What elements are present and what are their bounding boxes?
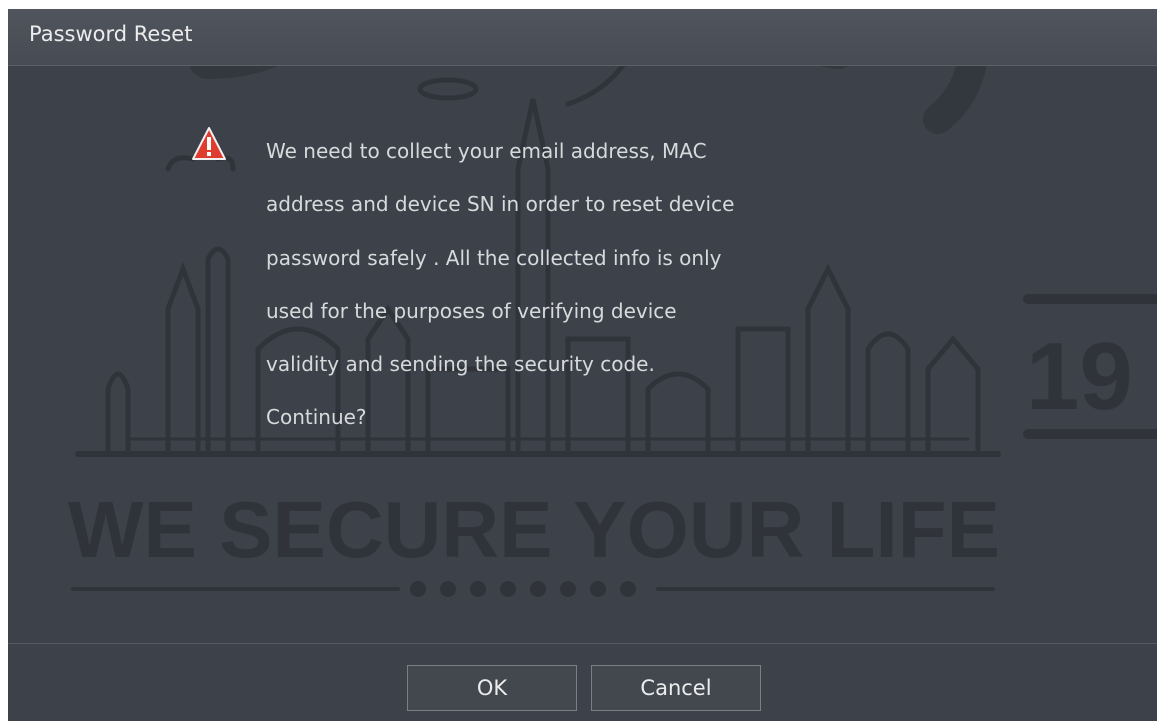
ok-button[interactable]: OK bbox=[407, 665, 577, 711]
warning-triangle-icon bbox=[192, 127, 226, 160]
cancel-button[interactable]: Cancel bbox=[591, 665, 761, 711]
footer-divider bbox=[8, 643, 1157, 644]
message-line: We need to collect your email address, M… bbox=[266, 139, 707, 163]
message-line: used for the purposes of verifying devic… bbox=[266, 298, 677, 323]
message-line: Continue? bbox=[266, 405, 367, 430]
reset-message: We need to collect your email address, M… bbox=[266, 125, 906, 445]
password-reset-dialog: Password Reset WE SECURE YOUR LIFE 19 We… bbox=[8, 9, 1157, 721]
message-line: address and device SN in order to reset … bbox=[266, 192, 735, 217]
dialog-body: We need to collect your email address, M… bbox=[8, 9, 1157, 721]
message-line: password safely . All the collected info… bbox=[266, 245, 722, 270]
dialog-title: Password Reset bbox=[29, 22, 193, 46]
message-line: validity and sending the security code. bbox=[266, 352, 655, 377]
dialog-titlebar[interactable]: Password Reset bbox=[8, 9, 1157, 66]
